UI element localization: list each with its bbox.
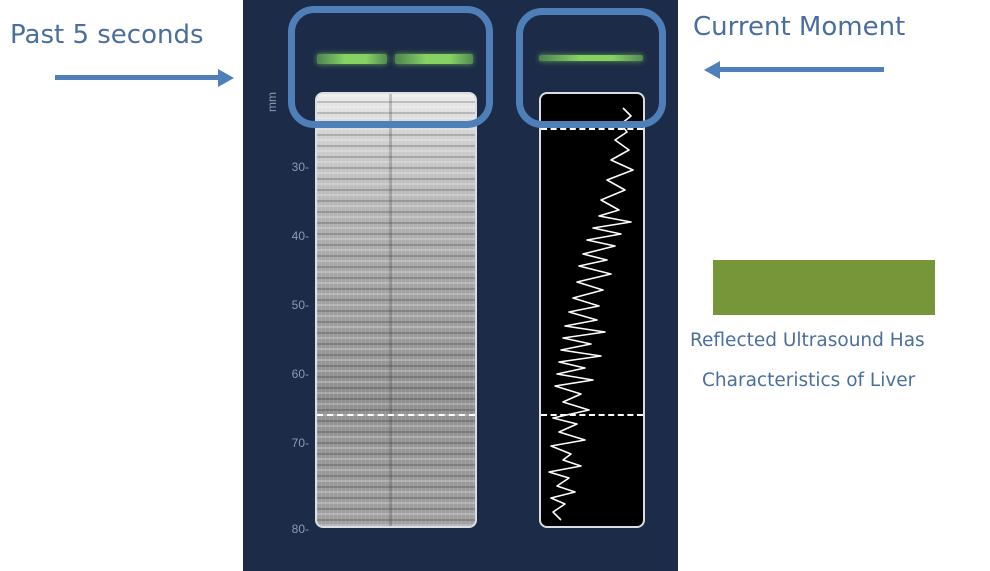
depth-tick-50: 50- — [291, 298, 309, 312]
a-mode-signal-window — [539, 92, 645, 528]
depth-tick-80: 80- — [291, 522, 309, 536]
m-mode-dashed-line — [317, 414, 475, 416]
liver-color-swatch — [713, 260, 935, 315]
arrow-left-icon — [718, 67, 884, 72]
liver-caption-line2: Characteristics of Liver — [702, 370, 916, 391]
m-mode-image — [315, 92, 477, 528]
current-moment-label: Current Moment — [693, 12, 906, 42]
depth-unit-label: mm — [265, 92, 279, 112]
depth-tick-60: 60- — [291, 367, 309, 381]
arrow-right-icon — [55, 75, 220, 80]
past-highlight-box — [288, 6, 493, 128]
m-mode-seam — [389, 94, 392, 526]
depth-tick-30: 30- — [291, 160, 309, 174]
a-mode-signal-trace — [548, 107, 634, 521]
a-mode-dashed-line-top — [541, 128, 643, 130]
current-highlight-box — [516, 8, 666, 128]
ultrasound-panel: mm 30- 40- 50- 60- 70- 80- — [243, 0, 678, 571]
liver-caption-line1: Reflected Ultrasound Has — [690, 330, 925, 351]
depth-tick-40: 40- — [291, 229, 309, 243]
depth-tick-70: 70- — [291, 436, 309, 450]
past-5-seconds-label: Past 5 seconds — [10, 20, 204, 50]
a-mode-dashed-line-bottom — [541, 414, 643, 416]
